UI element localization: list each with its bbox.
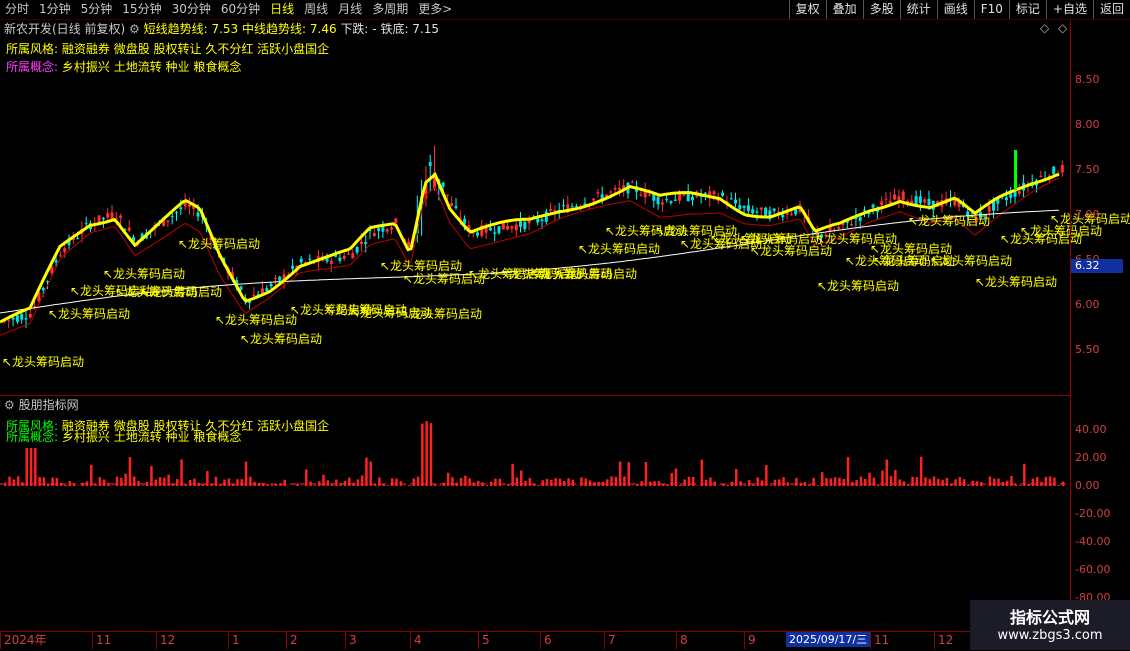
sub-tick: -40.00 [1075,535,1110,548]
signal-label: ↖龙头筹码启动 [975,273,1057,290]
watermark-url: www.zbgs3.com [970,628,1130,643]
signal-label: ↖龙头筹码启动 [2,353,84,370]
sub-tick: -20.00 [1075,507,1110,520]
right-side-strip[interactable] [1120,20,1130,400]
kline-chart[interactable] [0,0,1070,630]
date-label: 1 [228,632,240,649]
date-label: 12 [156,632,175,649]
date-cursor-badge: 2025/09/17/三 [786,632,870,647]
sub-tick: 0.00 [1075,479,1100,492]
signal-label: ↖龙头筹码启动 [178,235,260,252]
signal-label: ↖龙头筹码启动 [48,305,130,322]
current-price-badge: 6.32 [1071,259,1123,273]
signal-label: ↖龙头筹码启动 [930,252,1012,269]
watermark-logo: 指标公式网 www.zbgs3.com [970,600,1130,650]
date-label: 9 [744,632,756,649]
sub-concept-label: 所属概念: [6,430,58,444]
date-label: 5 [478,632,490,649]
date-label: 11 [870,632,889,649]
date-label: 8 [676,632,688,649]
sub-settings-gear-icon[interactable]: ⚙ [4,398,15,412]
price-tick: 5.50 [1075,343,1100,356]
date-label: 4 [410,632,422,649]
date-label: 7 [604,632,616,649]
sub-tick: 20.00 [1075,451,1107,464]
signal-label: ↖龙头筹码启动 [400,305,482,322]
sub-panel-header: ⚙ 股朋指标网 [4,397,79,413]
date-label: 12 [934,632,953,649]
signal-label: ↖龙头筹码启动 [140,283,222,300]
sub-concept-value: 乡村振兴 土地流转 种业 粮食概念 [62,430,241,444]
signal-label: ↖龙头筹码启动 [817,277,899,294]
sub-tick: 40.00 [1075,423,1107,436]
sub-tick: -60.00 [1075,563,1110,576]
price-tick: 6.00 [1075,298,1100,311]
price-tick: 8.00 [1075,118,1100,131]
price-tick: 8.50 [1075,73,1100,86]
signal-label: ↖龙头筹码启动 [215,311,297,328]
back-button[interactable]: 返回 [1093,0,1130,19]
date-label: 2 [286,632,298,649]
signal-label: ↖龙头筹码启动 [555,265,637,282]
date-label: 3 [345,632,357,649]
signal-label: ↖龙头筹码启动 [103,265,185,282]
date-label: 11 [92,632,111,649]
signal-label: ↖龙头筹码启动 [908,212,990,229]
sub-concept-row: 所属概念: 乡村振兴 土地流转 种业 粮食概念 [6,428,241,445]
price-tick: 7.50 [1075,163,1100,176]
signal-label: ↖龙头筹码启动 [240,330,322,347]
watermark-title: 指标公式网 [970,604,1130,628]
sub-panel-title: 股朋指标网 [19,398,79,412]
price-tick: 7.00 [1075,208,1100,221]
signal-label: ↖龙头筹码启动 [578,240,660,257]
panel-divider[interactable] [0,395,1070,396]
date-label: 2024年 [0,632,47,649]
date-axis: 2024年 11 12 1 2 3 4 5 6 7 8 9 11 12 [0,631,1070,651]
date-label: 6 [540,632,552,649]
